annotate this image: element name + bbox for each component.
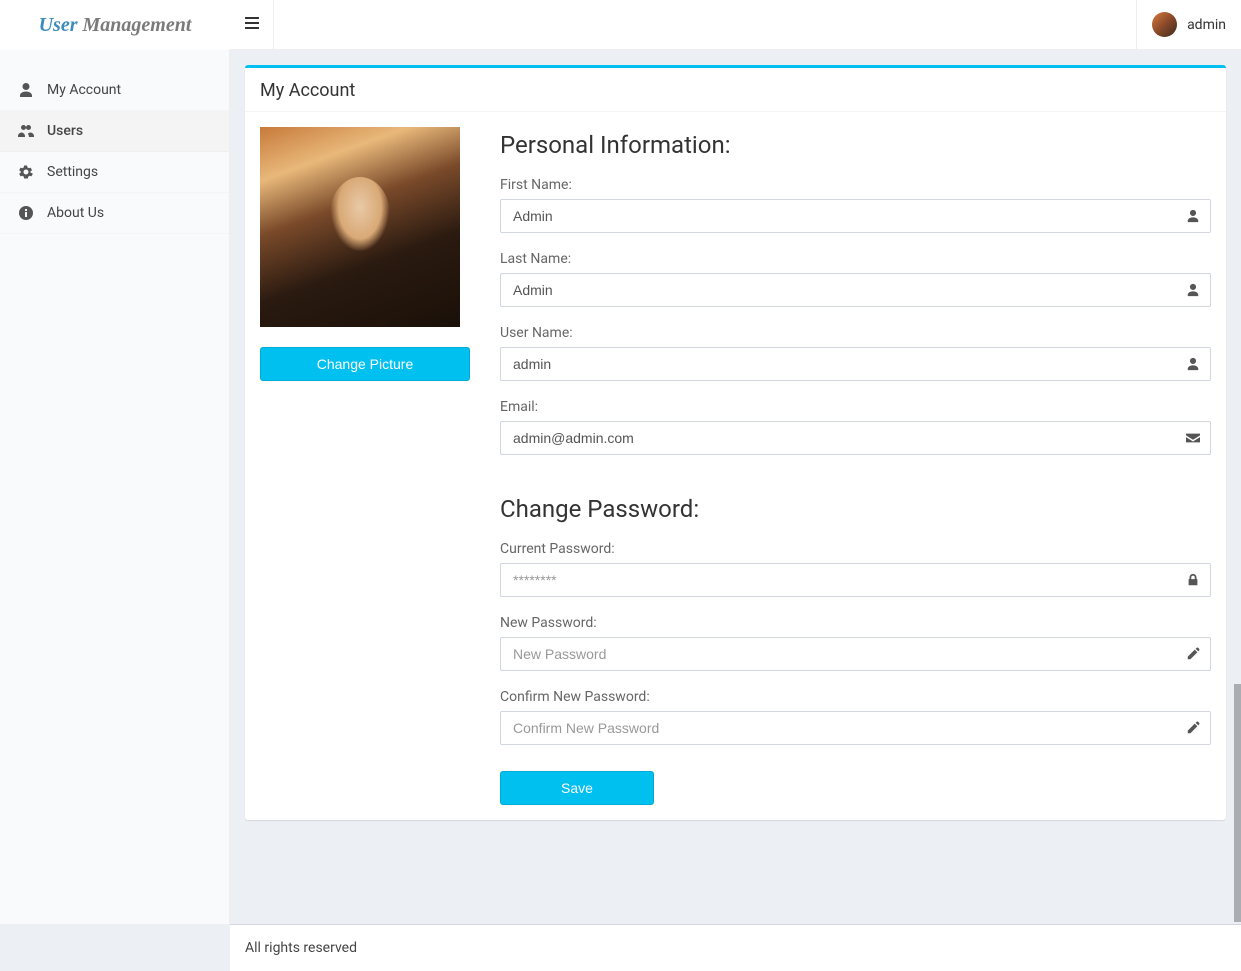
email-input[interactable] bbox=[501, 422, 1176, 454]
last-name-group: Last Name: bbox=[500, 251, 1211, 307]
profile-photo bbox=[260, 127, 460, 327]
logo-text: User Management bbox=[39, 14, 192, 37]
lock-icon bbox=[1176, 564, 1210, 596]
last-name-input[interactable] bbox=[501, 274, 1176, 306]
change-picture-button[interactable]: Change Picture bbox=[260, 347, 470, 381]
box-header: My Account bbox=[245, 68, 1226, 112]
user-name-label: User Name: bbox=[500, 325, 1211, 341]
scrollbar[interactable] bbox=[1234, 684, 1241, 922]
main-header: User Management admin bbox=[0, 0, 1241, 50]
sidebar-toggle-button[interactable] bbox=[230, 0, 274, 49]
account-box: My Account Change Picture Personal Infor… bbox=[245, 65, 1226, 820]
sidebar-item-label: My Account bbox=[47, 82, 121, 98]
confirm-password-group: Confirm New Password: bbox=[500, 689, 1211, 745]
sidebar-item-label: About Us bbox=[47, 205, 104, 221]
user-menu[interactable]: admin bbox=[1136, 0, 1241, 49]
confirm-password-input-group bbox=[500, 711, 1211, 745]
content-wrapper: My Account Change Picture Personal Infor… bbox=[230, 0, 1241, 924]
users-icon bbox=[15, 123, 37, 139]
logo-text-part1: User bbox=[39, 14, 78, 36]
sidebar-item-label: Settings bbox=[47, 164, 98, 180]
first-name-input[interactable] bbox=[501, 200, 1176, 232]
sidebar-item-settings[interactable]: Settings bbox=[0, 152, 229, 193]
sidebar-item-about-us[interactable]: About Us bbox=[0, 193, 229, 234]
confirm-password-input[interactable] bbox=[501, 712, 1176, 744]
first-name-group: First Name: bbox=[500, 177, 1211, 233]
sidebar-menu: My Account Users Settings About Us bbox=[0, 50, 229, 234]
user-name-input-group bbox=[500, 347, 1211, 381]
email-group: Email: bbox=[500, 399, 1211, 455]
avatar bbox=[1152, 12, 1177, 37]
user-icon bbox=[15, 82, 37, 98]
sidebar-item-users[interactable]: Users bbox=[0, 111, 229, 152]
current-password-input-group bbox=[500, 563, 1211, 597]
form-column: Personal Information: First Name: Last N… bbox=[500, 127, 1211, 805]
logo-text-part2: Management bbox=[82, 14, 191, 36]
username-label: admin bbox=[1187, 17, 1226, 33]
page-title: My Account bbox=[260, 80, 1211, 101]
sidebar: My Account Users Settings About Us bbox=[0, 50, 230, 924]
first-name-label: First Name: bbox=[500, 177, 1211, 193]
user-name-input[interactable] bbox=[501, 348, 1176, 380]
user-icon bbox=[1176, 274, 1210, 306]
pencil-icon bbox=[1176, 638, 1210, 670]
top-navbar: admin bbox=[230, 0, 1241, 50]
email-input-group bbox=[500, 421, 1211, 455]
new-password-label: New Password: bbox=[500, 615, 1211, 631]
first-name-input-group bbox=[500, 199, 1211, 233]
new-password-input-group bbox=[500, 637, 1211, 671]
confirm-password-label: Confirm New Password: bbox=[500, 689, 1211, 705]
sidebar-item-my-account[interactable]: My Account bbox=[0, 70, 229, 111]
pencil-icon bbox=[1176, 712, 1210, 744]
personal-info-heading: Personal Information: bbox=[500, 131, 1211, 159]
content: My Account Change Picture Personal Infor… bbox=[230, 50, 1241, 835]
change-password-heading: Change Password: bbox=[500, 495, 1211, 523]
new-password-input[interactable] bbox=[501, 638, 1176, 670]
current-password-group: Current Password: bbox=[500, 541, 1211, 597]
email-label: Email: bbox=[500, 399, 1211, 415]
info-icon bbox=[15, 205, 37, 221]
new-password-group: New Password: bbox=[500, 615, 1211, 671]
box-body: Change Picture Personal Information: Fir… bbox=[245, 112, 1226, 820]
photo-column: Change Picture bbox=[260, 127, 470, 381]
gear-icon bbox=[15, 164, 37, 180]
sidebar-item-label: Users bbox=[47, 123, 83, 139]
current-password-input[interactable] bbox=[501, 564, 1176, 596]
mail-icon bbox=[1176, 422, 1210, 454]
current-password-label: Current Password: bbox=[500, 541, 1211, 557]
save-button[interactable]: Save bbox=[500, 771, 654, 805]
user-name-group: User Name: bbox=[500, 325, 1211, 381]
last-name-input-group bbox=[500, 273, 1211, 307]
user-icon bbox=[1176, 200, 1210, 232]
footer-text: All rights reserved bbox=[245, 940, 357, 956]
last-name-label: Last Name: bbox=[500, 251, 1211, 267]
app-logo[interactable]: User Management bbox=[0, 0, 230, 50]
user-icon bbox=[1176, 348, 1210, 380]
main-footer: All rights reserved bbox=[230, 924, 1241, 971]
bars-icon bbox=[245, 16, 259, 34]
